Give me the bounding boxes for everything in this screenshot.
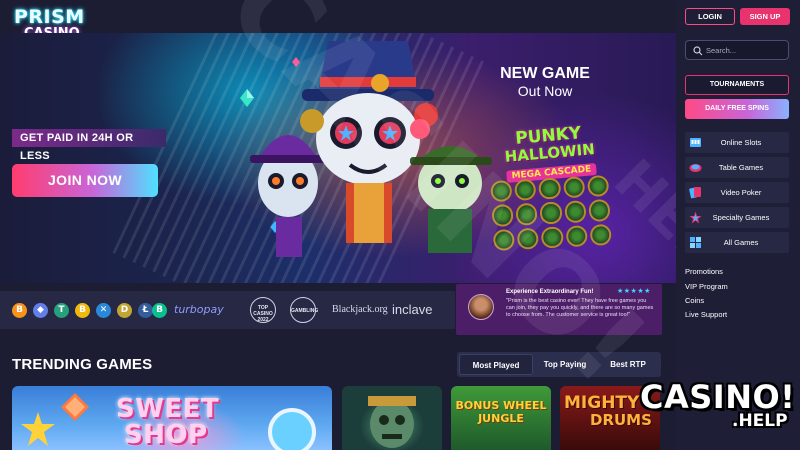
reel-symbol (538, 177, 561, 200)
watermark-logo-sub: .HELP (732, 411, 788, 431)
bitcoin-icon: B (12, 303, 27, 318)
new-game-title: NEW GAME (500, 65, 590, 82)
bitcoin-cash-icon: B (152, 303, 167, 318)
reel-symbol (514, 178, 537, 202)
join-now-button[interactable]: JOIN NOW (12, 164, 158, 197)
reel-symbol (565, 224, 588, 248)
xrp-icon: ✕ (96, 303, 111, 318)
testimonial-body: "Prism is the best casino ever! They hav… (506, 298, 654, 318)
tab-most-played[interactable]: Most Played (459, 354, 533, 375)
sidebar-item-label: Online Slots (720, 138, 762, 147)
daily-free-spins-button[interactable]: DAILY FREE SPINS (685, 99, 789, 119)
logo-line1: PRISM (14, 6, 85, 28)
tab-top-paying[interactable]: Top Paying (533, 354, 597, 375)
login-button[interactable]: LOGIN (685, 8, 735, 25)
reel-symbol (586, 174, 610, 198)
tournaments-button[interactable]: TOURNAMENTS (685, 75, 789, 95)
new-game-announcement: NEW GAME Out Now (490, 65, 600, 99)
tab-best-rtp[interactable]: Best RTP (597, 354, 659, 375)
game-card-aztec[interactable] (342, 386, 442, 450)
reel-symbol (541, 226, 564, 249)
litecoin-icon: Ł (138, 303, 153, 318)
star-candy-icon (21, 412, 55, 446)
sidebar-item-label: All Games (723, 238, 759, 247)
trending-games-heading: TRENDING GAMES (12, 356, 153, 373)
sidebar-item-video-poker[interactable]: Video Poker (685, 182, 789, 203)
featured-game-reels (490, 174, 612, 252)
watermark-logo-main: CASINO! (640, 378, 796, 416)
sidebar-item-label: Specialty Games (712, 213, 770, 222)
promo-tagline: GET PAID IN 24H OR LESS (12, 129, 166, 162)
new-game-subtitle: Out Now (517, 83, 573, 99)
sidebar-item-online-slots[interactable]: Online Slots (685, 132, 789, 153)
lollipop-icon (268, 408, 316, 450)
blackjack-org-logo: Blackjack.org (332, 304, 388, 315)
mighty-drums-line1: MIGHTY (564, 393, 640, 413)
sidebar-link-promotions[interactable]: Promotions (685, 267, 723, 277)
reel-symbol (562, 176, 586, 199)
payment-methods-strip: B ◆ T B ✕ D Ł B turbopay TOP CASINO 2022… (0, 291, 455, 329)
sidebar-item-label: Video Poker (720, 188, 762, 197)
sidebar-link-live-support[interactable]: Live Support (685, 310, 727, 320)
reel-symbol (515, 203, 538, 226)
bonus-wheel-line1: BONUS WHEEL (455, 399, 547, 412)
game-card-sweet-shop[interactable]: SWEET SHOP (12, 386, 332, 450)
sidebar-item-label: Table Games (718, 163, 764, 172)
reel-symbol (564, 200, 587, 223)
bonus-wheel-line2: JUNGLE (478, 412, 524, 425)
game-card-bonus-wheel-jungle[interactable]: BONUS WHEEL JUNGLE (451, 386, 551, 450)
reel-symbol (539, 201, 563, 225)
testimonial-title: Experience Extraordinary Fun! (506, 289, 594, 295)
sidebar-item-all-games[interactable]: All Games (685, 232, 789, 253)
tether-icon: T (54, 303, 69, 318)
search-box[interactable] (685, 40, 789, 60)
top-casino-badge: TOP CASINO 2022 (250, 297, 276, 323)
sidebar-item-specialty-games[interactable]: Specialty Games (685, 207, 789, 228)
casino-help-watermark-logo: CASINO! .HELP (640, 380, 795, 442)
sidebar-link-vip-program[interactable]: VIP Program (685, 282, 728, 292)
reel-symbol (490, 180, 513, 203)
search-icon (693, 46, 703, 56)
candy-icon (61, 393, 89, 421)
avatar (468, 294, 494, 320)
gambling-badge: GAMBLING (290, 297, 318, 323)
signup-button[interactable]: SIGN UP (740, 8, 790, 25)
reel-symbol (516, 227, 540, 250)
sweet-shop-line2: SHOP (124, 420, 208, 450)
sidebar-item-table-games[interactable]: Table Games (685, 157, 789, 178)
hero-banner: GET PAID IN 24H OR LESS JOIN NOW NEW GAM… (0, 33, 676, 283)
testimonial-card: Experience Extraordinary Fun! ★★★★★ "Pri… (456, 284, 662, 335)
sweet-shop-line1: SWEET (116, 394, 220, 424)
dogecoin-icon: D (117, 303, 132, 318)
inclave-logo: inclave (392, 302, 433, 317)
bnb-icon: B (75, 303, 90, 318)
reel-symbol (492, 228, 516, 252)
reel-symbol (588, 199, 611, 222)
reel-symbol (589, 223, 612, 246)
game-mascots-illustration (250, 41, 492, 257)
trending-tabs: Most Played Top Paying Best RTP (457, 352, 661, 377)
search-input[interactable] (706, 43, 786, 57)
rating-stars: ★★★★★ (617, 288, 651, 295)
sidebar-link-coins[interactable]: Coins (685, 296, 704, 306)
stone-face-icon (368, 396, 416, 448)
ethereum-icon: ◆ (33, 303, 48, 318)
turbopay-logo: turbopay (174, 303, 224, 316)
reel-symbol (491, 204, 514, 227)
